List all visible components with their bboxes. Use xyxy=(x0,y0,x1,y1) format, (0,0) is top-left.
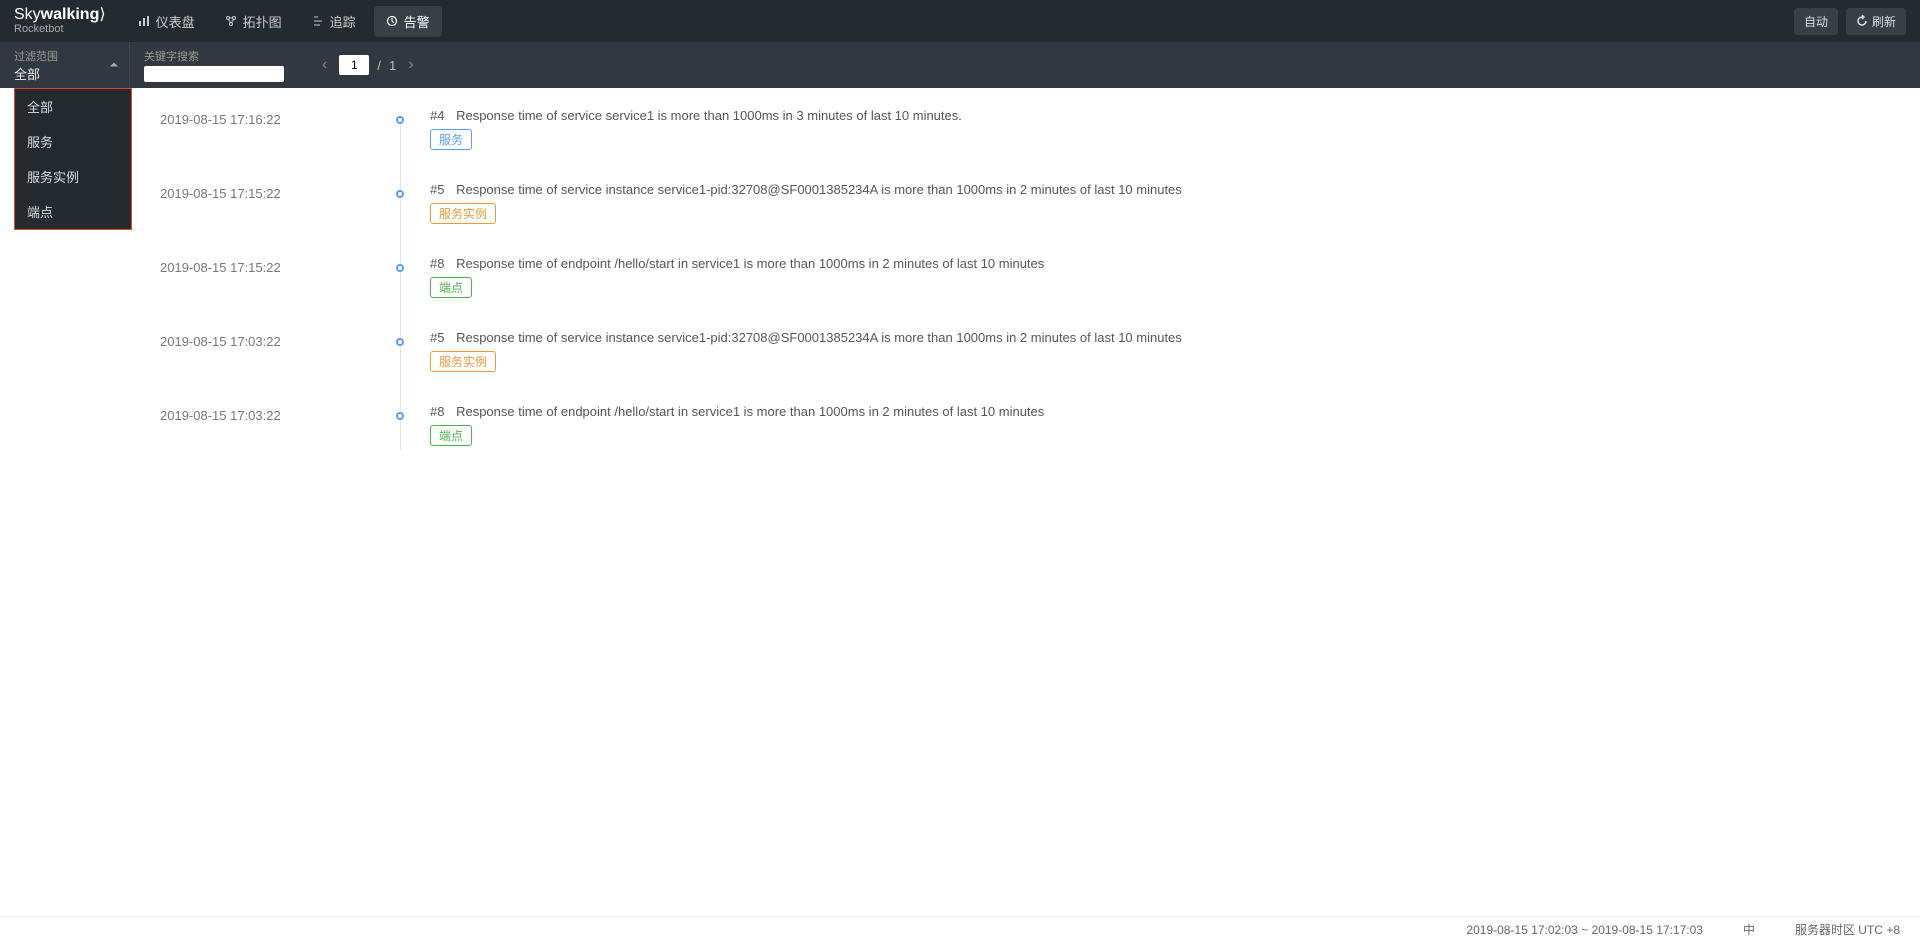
timeline-dot-icon xyxy=(396,190,404,198)
logo-subtext: Rocketbot xyxy=(14,24,106,35)
timeline-dot-icon xyxy=(396,264,404,272)
footer-time-range[interactable]: 2019-08-15 17:02:03 ~ 2019-08-15 17:17:0… xyxy=(1466,923,1703,937)
alarm-timeline: 2019-08-15 17:16:22 #4 Response time of s… xyxy=(160,108,1880,450)
alarm-row[interactable]: 2019-08-15 17:03:22 #5 Response time of s… xyxy=(160,330,1880,376)
trace-icon xyxy=(312,15,324,27)
dropdown-item-instance[interactable]: 服务实例 xyxy=(15,159,131,194)
footer-timezone: 服务器时区 UTC +8 xyxy=(1795,921,1900,938)
alarm-type-tag: 端点 xyxy=(430,277,472,298)
timeline-dot-icon xyxy=(396,412,404,420)
timeline-dot-icon xyxy=(396,116,404,124)
alarm-icon xyxy=(386,15,398,27)
alarm-content: 2019-08-15 17:16:22 #4 Response time of s… xyxy=(0,88,1920,538)
keyword-input[interactable] xyxy=(144,66,284,82)
filter-scope-select[interactable]: 过滤范围 全部 xyxy=(0,42,130,88)
dropdown-item-endpoint[interactable]: 端点 xyxy=(15,194,131,229)
chevron-up-icon xyxy=(109,58,119,73)
pager-current-input[interactable] xyxy=(339,55,369,75)
auto-button[interactable]: 自动 xyxy=(1794,8,1838,35)
alarm-type-tag: 服务 xyxy=(430,129,472,150)
top-nav: Skywalking⟩ Rocketbot 仪表盘 拓扑图 追踪 告警 自动 刷… xyxy=(0,0,1920,42)
nav-trace[interactable]: 追踪 xyxy=(300,6,368,37)
nav-dashboard[interactable]: 仪表盘 xyxy=(126,6,207,37)
refresh-icon xyxy=(1856,15,1868,27)
alarm-index: #8 xyxy=(430,404,444,419)
refresh-button[interactable]: 刷新 xyxy=(1846,8,1906,35)
nav-trace-label: 追踪 xyxy=(330,12,356,31)
alarm-body: #5 Response time of service instance ser… xyxy=(430,182,1880,224)
filter-scope-dropdown: 全部 服务 服务实例 端点 xyxy=(14,88,132,230)
alarm-timestamp: 2019-08-15 17:15:22 xyxy=(160,256,380,275)
alarm-body: #5 Response time of service instance ser… xyxy=(430,330,1880,372)
footer: 2019-08-15 17:02:03 ~ 2019-08-15 17:17:0… xyxy=(0,916,1920,942)
chart-icon xyxy=(138,15,150,27)
alarm-message: #5 Response time of service instance ser… xyxy=(430,330,1880,345)
pager-total: 1 xyxy=(389,58,396,73)
alarm-timestamp: 2019-08-15 17:15:22 xyxy=(160,182,380,201)
keyword-search-block: 关键字搜索 xyxy=(130,42,298,88)
nav-topology[interactable]: 拓扑图 xyxy=(213,6,294,37)
alarm-type-tag: 服务实例 xyxy=(430,351,496,372)
alarm-body: #8 Response time of endpoint /hello/star… xyxy=(430,404,1880,446)
nav-dashboard-label: 仪表盘 xyxy=(156,12,195,31)
nav-alarm-label: 告警 xyxy=(404,12,430,31)
alarm-row[interactable]: 2019-08-15 17:16:22 #4 Response time of s… xyxy=(160,108,1880,154)
alarm-timestamp: 2019-08-15 17:16:22 xyxy=(160,108,380,127)
logo-text: Skywalking⟩ xyxy=(14,7,106,23)
alarm-timestamp: 2019-08-15 17:03:22 xyxy=(160,330,380,349)
alarm-message: #5 Response time of service instance ser… xyxy=(430,182,1880,197)
alarm-index: #4 xyxy=(430,108,444,123)
alarm-timestamp: 2019-08-15 17:03:22 xyxy=(160,404,380,423)
alarm-message: #8 Response time of endpoint /hello/star… xyxy=(430,256,1880,271)
alarm-row[interactable]: 2019-08-15 17:15:22 #5 Response time of s… xyxy=(160,182,1880,228)
filter-scope-value: 全部 xyxy=(14,64,115,83)
alarm-body: #4 Response time of service service1 is … xyxy=(430,108,1880,150)
alarm-message: #4 Response time of service service1 is … xyxy=(430,108,1880,123)
logo: Skywalking⟩ Rocketbot xyxy=(14,7,106,35)
alarm-body: #8 Response time of endpoint /hello/star… xyxy=(430,256,1880,298)
nav-topology-label: 拓扑图 xyxy=(243,12,282,31)
alarm-row[interactable]: 2019-08-15 17:03:22 #8 Response time of e… xyxy=(160,404,1880,450)
alarm-index: #5 xyxy=(430,182,444,197)
nav-alarm[interactable]: 告警 xyxy=(374,6,442,37)
alarm-index: #5 xyxy=(430,330,444,345)
pager-prev[interactable]: ‹ xyxy=(318,56,331,74)
alarm-type-tag: 服务实例 xyxy=(430,203,496,224)
footer-lang[interactable]: 中 xyxy=(1743,921,1755,938)
alarm-type-tag: 端点 xyxy=(430,425,472,446)
filter-scope-label: 过滤范围 xyxy=(14,48,115,64)
pager-sep: / xyxy=(377,58,381,73)
alarm-message: #8 Response time of endpoint /hello/star… xyxy=(430,404,1880,419)
alarm-index: #8 xyxy=(430,256,444,271)
pager: ‹ / 1 › xyxy=(298,42,438,88)
filter-bar: 过滤范围 全部 关键字搜索 ‹ / 1 › xyxy=(0,42,1920,88)
alarm-row[interactable]: 2019-08-15 17:15:22 #8 Response time of e… xyxy=(160,256,1880,302)
topology-icon xyxy=(225,15,237,27)
pager-next[interactable]: › xyxy=(404,56,417,74)
dropdown-item-service[interactable]: 服务 xyxy=(15,124,131,159)
dropdown-item-all[interactable]: 全部 xyxy=(15,89,131,124)
timeline-dot-icon xyxy=(396,338,404,346)
topnav-right: 自动 刷新 xyxy=(1794,8,1906,35)
nav-items: 仪表盘 拓扑图 追踪 告警 xyxy=(126,6,442,37)
keyword-label: 关键字搜索 xyxy=(144,48,284,64)
